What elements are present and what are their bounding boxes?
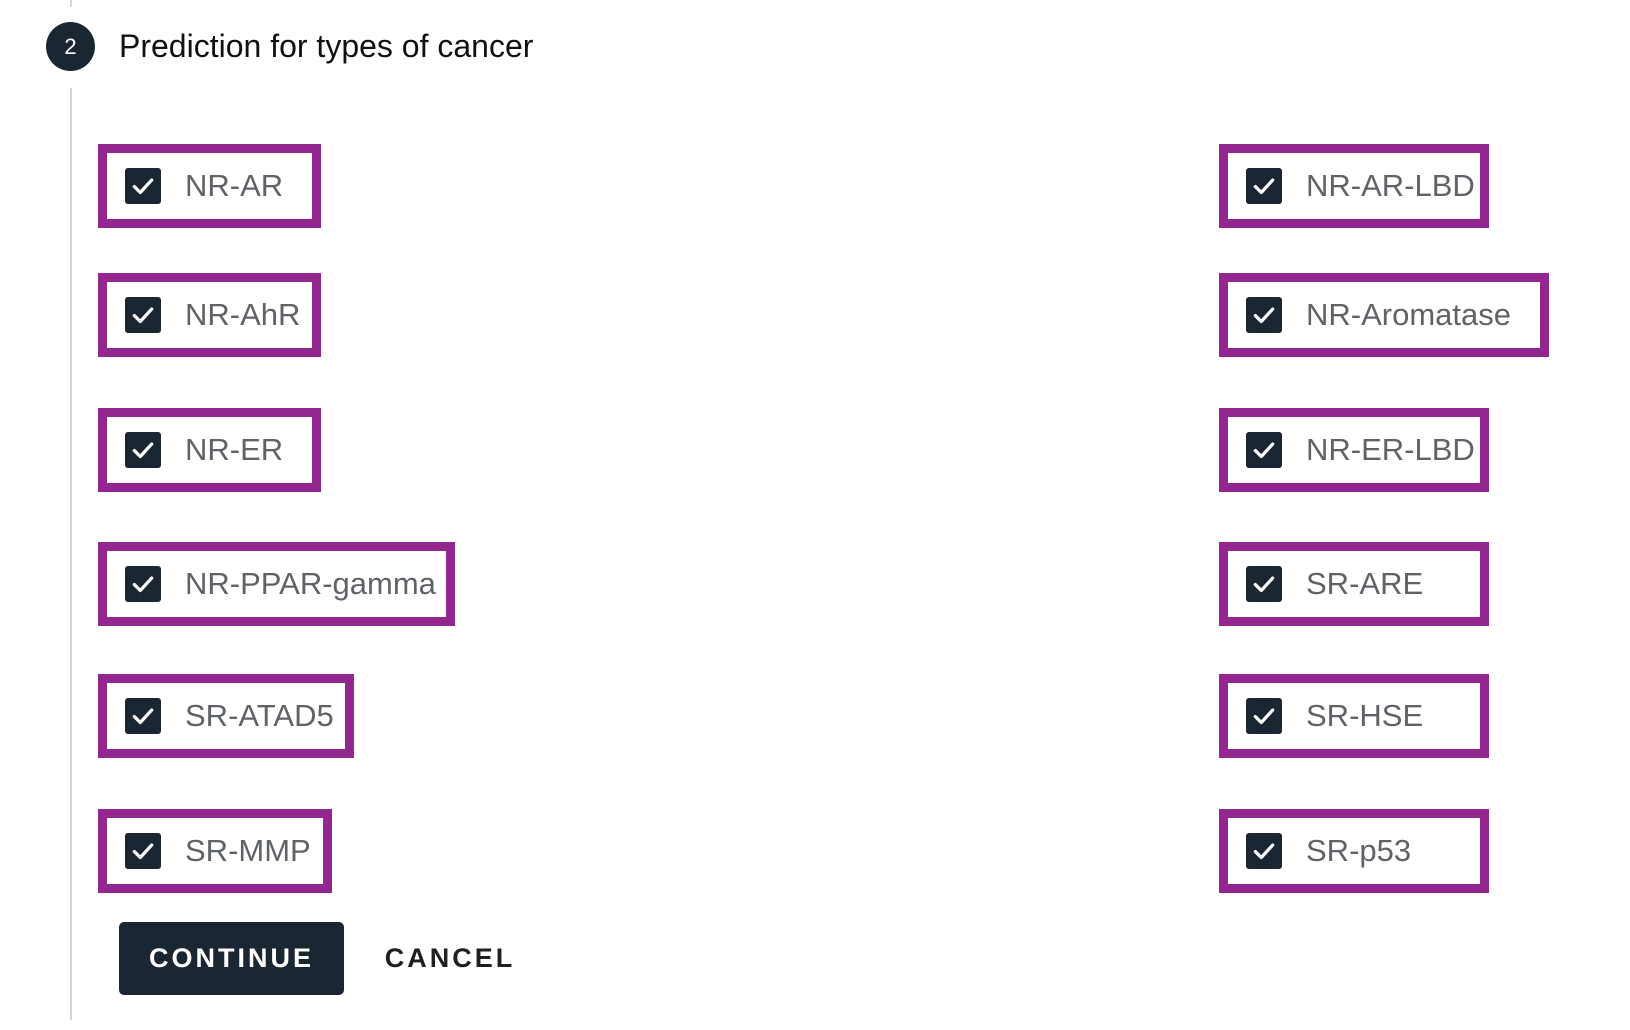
checkbox-option-nr-er-lbd[interactable]: NR-ER-LBD	[1219, 408, 1489, 492]
cancel-button[interactable]: CANCEL	[370, 922, 530, 995]
checkbox-option-sr-mmp[interactable]: SR-MMP	[98, 809, 332, 893]
checkbox-checked[interactable]	[1246, 566, 1282, 602]
checkbox-checked[interactable]	[125, 432, 161, 468]
stepper-connector	[70, 88, 72, 1020]
option-label: SR-HSE	[1306, 698, 1424, 733]
option-label: NR-PPAR-gamma	[185, 566, 436, 601]
checkmark-icon	[1253, 307, 1275, 324]
checkbox-checked[interactable]	[125, 698, 161, 734]
checkbox-option-nr-er[interactable]: NR-ER	[98, 408, 321, 492]
checkbox-checked[interactable]	[125, 168, 161, 204]
step-title: Prediction for types of cancer	[119, 28, 534, 64]
checkbox-checked[interactable]	[125, 833, 161, 869]
option-label: SR-ATAD5	[185, 698, 334, 733]
checkmark-icon	[132, 843, 154, 860]
option-label: NR-AR	[185, 168, 284, 203]
option-label: NR-AhR	[185, 297, 301, 332]
option-label: SR-MMP	[185, 833, 311, 868]
checkbox-checked[interactable]	[1246, 833, 1282, 869]
step-number-badge: 2	[46, 22, 95, 71]
checkbox-checked[interactable]	[1246, 698, 1282, 734]
checkbox-option-sr-are[interactable]: SR-ARE	[1219, 542, 1489, 626]
checkbox-option-nr-ahr[interactable]: NR-AhR	[98, 273, 321, 357]
checkmark-icon	[1253, 442, 1275, 459]
option-label: NR-Aromatase	[1306, 297, 1511, 332]
checkbox-option-sr-atad5[interactable]: SR-ATAD5	[98, 674, 354, 758]
continue-button[interactable]: CONTINUE	[119, 922, 344, 995]
checkbox-checked[interactable]	[1246, 297, 1282, 333]
checkmark-icon	[1253, 576, 1275, 593]
option-label: NR-ER-LBD	[1306, 432, 1475, 467]
option-label: SR-p53	[1306, 833, 1412, 868]
checkbox-option-nr-ppar-gamma[interactable]: NR-PPAR-gamma	[98, 542, 455, 626]
checkbox-option-nr-ar[interactable]: NR-AR	[98, 144, 321, 228]
checkmark-icon	[132, 442, 154, 459]
checkmark-icon	[132, 178, 154, 195]
checkmark-icon	[132, 708, 154, 725]
checkmark-icon	[1253, 178, 1275, 195]
checkmark-icon	[1253, 843, 1275, 860]
option-label: NR-AR-LBD	[1306, 168, 1475, 203]
option-label: NR-ER	[185, 432, 284, 467]
checkbox-option-sr-hse[interactable]: SR-HSE	[1219, 674, 1489, 758]
checkbox-option-nr-aromatase[interactable]: NR-Aromatase	[1219, 273, 1549, 357]
checkmark-icon	[132, 576, 154, 593]
checkbox-option-sr-p53[interactable]: SR-p53	[1219, 809, 1489, 893]
option-label: SR-ARE	[1306, 566, 1424, 601]
checkbox-checked[interactable]	[1246, 432, 1282, 468]
checkmark-icon	[1253, 708, 1275, 725]
checkmark-icon	[132, 307, 154, 324]
checkbox-option-nr-ar-lbd[interactable]: NR-AR-LBD	[1219, 144, 1489, 228]
checkbox-checked[interactable]	[125, 566, 161, 602]
checkbox-checked[interactable]	[1246, 168, 1282, 204]
checkbox-checked[interactable]	[125, 297, 161, 333]
stepper-connector-top	[70, 0, 72, 7]
